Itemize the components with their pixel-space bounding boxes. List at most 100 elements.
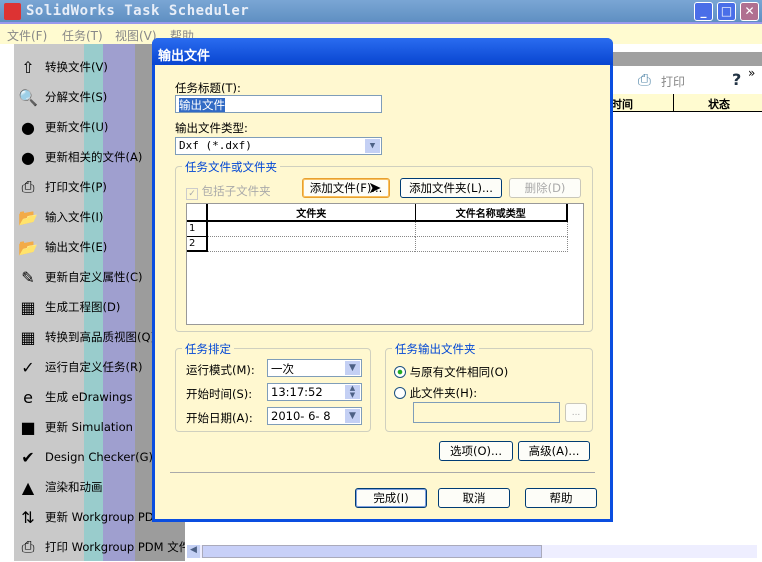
magnifier-icon: 🔍 [18, 87, 38, 107]
this-folder-label: 此文件夹(H): [409, 386, 478, 400]
sidebar-item[interactable]: 📂 输入文件(I) [16, 202, 103, 232]
column-filename-type[interactable]: 文件名称或类型 [415, 204, 568, 221]
chevron-more-icon[interactable]: » [748, 66, 755, 80]
files-group: 任务文件或文件夹 ✓ 包括子文件夹 添加文件(F)... 添加文件夹(L)...… [175, 159, 593, 332]
pdm-update-icon: ⇅ [21, 507, 35, 527]
same-as-original-radio[interactable]: 与原有文件相同(O) [394, 364, 508, 380]
table-cell[interactable] [414, 235, 568, 252]
menu-view[interactable]: 视图(V) [115, 27, 157, 44]
column-time[interactable]: 时间 [611, 96, 633, 112]
sidebar-item[interactable]: ▦ 生成工程图(D) [16, 292, 120, 322]
sidebar-item[interactable]: ✓ 运行自定义任务(R) [16, 352, 142, 382]
sidebar-item-label: 更新 Workgroup PDM [45, 510, 164, 524]
column-folder[interactable]: 文件夹 [207, 204, 416, 221]
sidebar-item-label: 转换文件(V) [45, 60, 108, 74]
help-button[interactable]: 帮助 [525, 488, 597, 508]
cancel-button[interactable]: 取消 [438, 488, 510, 508]
export-folder-icon: 📂 [18, 237, 38, 257]
sidebar-item-label: 更新相关的文件(A) [45, 150, 143, 164]
file-type-label: 输出文件类型: [175, 121, 248, 135]
table-cell[interactable] [414, 220, 568, 237]
scroll-left-button[interactable]: ◀ [187, 545, 200, 558]
maximize-button[interactable]: □ [717, 2, 736, 21]
export-files-dialog: 输出文件 任务标题(T): 输出文件 输出文件类型: Dxf (*.dxf) ▼ … [152, 38, 613, 522]
app-title: SolidWorks Task Scheduler [26, 3, 250, 19]
run-mode-value: 一次 [271, 362, 294, 376]
help-icon[interactable]: ? [732, 70, 741, 89]
sidebar-item[interactable]: e 生成 eDrawings [16, 382, 133, 412]
horizontal-scrollbar[interactable]: ◀ [187, 545, 757, 558]
sidebar-item[interactable]: 📂 输出文件(E) [16, 232, 107, 262]
start-date-picker[interactable]: 2010- 6- 8 ▼ [267, 407, 362, 425]
chevron-down-icon: ▼ [365, 139, 380, 153]
sidebar-item-label: 打印文件(P) [45, 180, 107, 194]
app-icon [4, 3, 21, 20]
task-title-value: 输出文件 [179, 98, 225, 112]
finish-button[interactable]: 完成(I) [355, 488, 427, 508]
custom-task-icon: ✓ [21, 357, 35, 377]
menu-task[interactable]: 任务(T) [62, 27, 103, 44]
dialog-title: 输出文件 [152, 38, 613, 65]
folder-path-input[interactable] [413, 402, 560, 423]
column-divider [673, 94, 674, 112]
browse-button[interactable]: ... [565, 403, 587, 422]
sidebar-item[interactable]: ✔ Design Checker(G) [16, 442, 153, 472]
run-mode-label: 运行模式(M): [186, 363, 255, 377]
row-number: 2 [187, 236, 208, 252]
mouse-cursor-icon: ➤ [368, 178, 382, 197]
sidebar-item[interactable]: ▦ 转换到高品质视图(Q) [16, 322, 155, 352]
sidebar-item[interactable]: ⇧ 转换文件(V) [16, 52, 108, 82]
sidebar-item-label: 转换到高品质视图(Q) [45, 330, 156, 344]
sidebar-item-label: 生成 eDrawings [45, 390, 133, 404]
minimize-button[interactable]: _ [694, 2, 713, 21]
files-group-title: 任务文件或文件夹 [182, 159, 280, 175]
column-status[interactable]: 状态 [708, 96, 730, 112]
sidebar-item[interactable]: 🔍 分解文件(S) [16, 82, 107, 112]
delete-button[interactable]: 删除(D) [509, 178, 581, 198]
sidebar-item[interactable]: ⎙ 打印文件(P) [16, 172, 107, 202]
this-folder-radio[interactable]: 此文件夹(H): [394, 385, 477, 401]
design-checker-icon: ✔ [21, 447, 35, 467]
simulation-icon: ■ [20, 417, 36, 437]
menu-file[interactable]: 文件(F) [7, 27, 47, 44]
add-folder-button[interactable]: 添加文件夹(L)... [400, 178, 502, 198]
row-header-corner [187, 204, 208, 221]
traffic-light-link-icon: ● [21, 147, 35, 167]
close-button[interactable]: ✕ [740, 2, 759, 21]
sidebar-item[interactable]: ● 更新相关的文件(A) [16, 142, 142, 172]
options-button[interactable]: 选项(O)... [439, 441, 513, 461]
table-cell[interactable] [207, 236, 415, 251]
drawing-icon: ▦ [20, 297, 36, 317]
sidebar-item[interactable]: ⎙ 打印 Workgroup PDM 文件 [16, 532, 191, 562]
same-as-original-label: 与原有文件相同(O) [409, 365, 509, 379]
spinner-icon[interactable]: ▲ ▼ [345, 385, 360, 399]
chevron-down-icon: ▼ [345, 361, 360, 375]
sidebar-item-label: 更新文件(U) [45, 120, 109, 134]
printer-icon: ⎙ [21, 177, 35, 196]
file-type-value: Dxf (*.dxf) [179, 139, 252, 152]
start-time-value: 13:17:52 [271, 385, 323, 399]
sidebar-item[interactable]: ■ 更新 Simulation [16, 412, 132, 442]
sw-convert-icon: ⇧ [21, 57, 35, 77]
table-cell[interactable] [207, 221, 415, 236]
advanced-button[interactable]: 高级(A)... [518, 441, 590, 461]
row-number: 1 [187, 221, 208, 237]
edrawings-icon: e [23, 387, 33, 407]
scroll-thumb[interactable] [202, 545, 542, 558]
task-title-input[interactable]: 输出文件 [175, 95, 382, 113]
sidebar-item[interactable]: ● 更新文件(U) [16, 112, 108, 142]
start-time-label: 开始时间(S): [186, 387, 253, 401]
start-time-input[interactable]: 13:17:52 ▲ ▼ [267, 383, 362, 401]
hq-view-icon: ▦ [20, 327, 36, 347]
run-mode-select[interactable]: 一次 ▼ [267, 359, 362, 377]
sidebar-item[interactable]: ⇅ 更新 Workgroup PDM [16, 502, 164, 532]
include-subfolders-checkbox[interactable]: ✓ 包括子文件夹 [186, 183, 271, 200]
print-button[interactable]: 打印 [661, 73, 685, 90]
file-type-select[interactable]: Dxf (*.dxf) ▼ [175, 137, 382, 155]
chevron-down-icon: ▼ [345, 409, 360, 423]
properties-icon: ✎ [21, 267, 35, 287]
sidebar-item[interactable]: ✎ 更新自定义属性(C) [16, 262, 142, 292]
sidebar-item[interactable]: ▲ 渲染和动画 [16, 472, 103, 502]
schedule-group: 任务排定 运行模式(M): 一次 ▼ 开始时间(S): 13:17:52 ▲ ▼ 开始… [175, 341, 371, 432]
sidebar-item-label: 分解文件(S) [45, 90, 108, 104]
